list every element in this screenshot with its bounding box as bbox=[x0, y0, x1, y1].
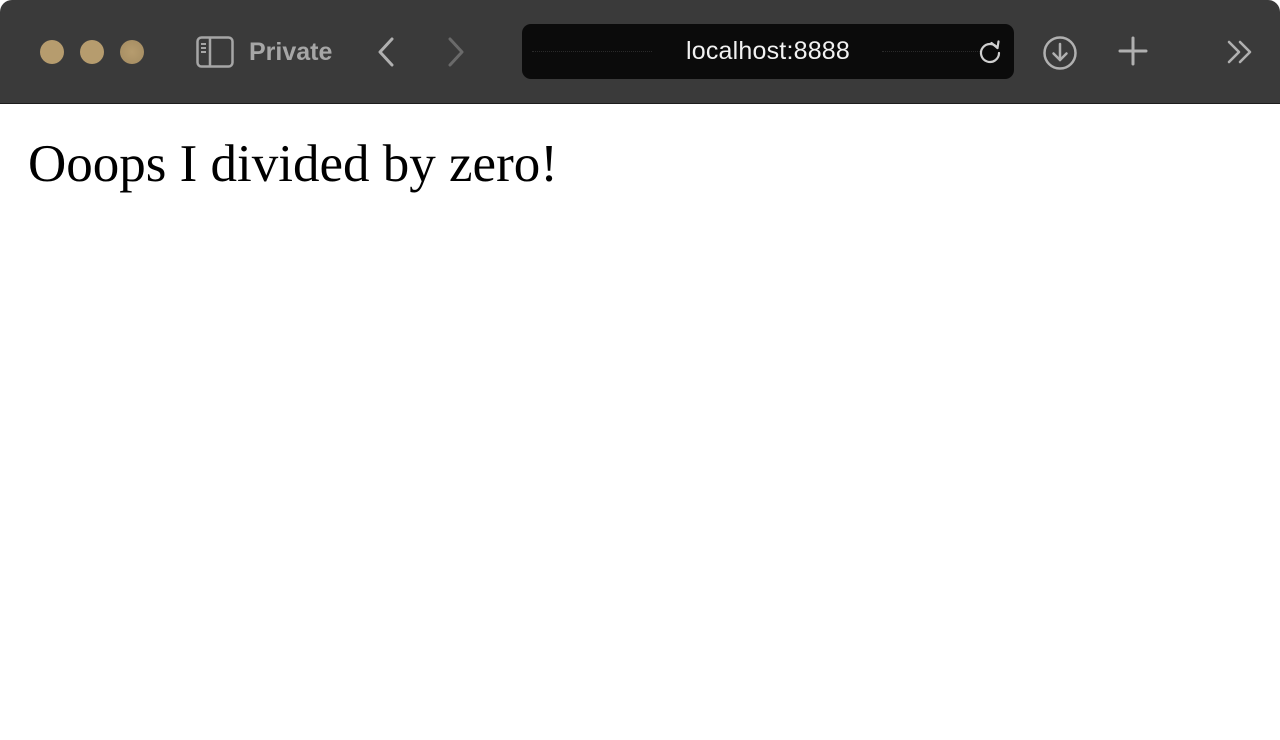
download-icon[interactable] bbox=[1042, 35, 1078, 71]
address-text[interactable]: localhost:8888 bbox=[522, 24, 1014, 79]
forward-button[interactable] bbox=[444, 36, 468, 68]
zoom-window-button[interactable] bbox=[120, 40, 144, 64]
private-browsing-label: Private bbox=[249, 38, 333, 66]
browser-toolbar: Private localhost:8888 bbox=[0, 0, 1280, 104]
sidebar-icon[interactable] bbox=[196, 36, 234, 68]
back-button[interactable] bbox=[374, 36, 398, 68]
page-content: Ooops I divided by zero! bbox=[0, 104, 1280, 740]
minimize-window-button[interactable] bbox=[80, 40, 104, 64]
plus-icon[interactable] bbox=[1118, 36, 1148, 66]
browser-window: Private localhost:8888 Ooops I divided b… bbox=[0, 0, 1280, 740]
address-bar[interactable]: localhost:8888 bbox=[522, 24, 1014, 79]
error-message: Ooops I divided by zero! bbox=[28, 135, 558, 193]
double-chevron-right-icon[interactable] bbox=[1226, 39, 1256, 65]
close-window-button[interactable] bbox=[40, 40, 64, 64]
reload-icon[interactable] bbox=[977, 39, 1003, 65]
